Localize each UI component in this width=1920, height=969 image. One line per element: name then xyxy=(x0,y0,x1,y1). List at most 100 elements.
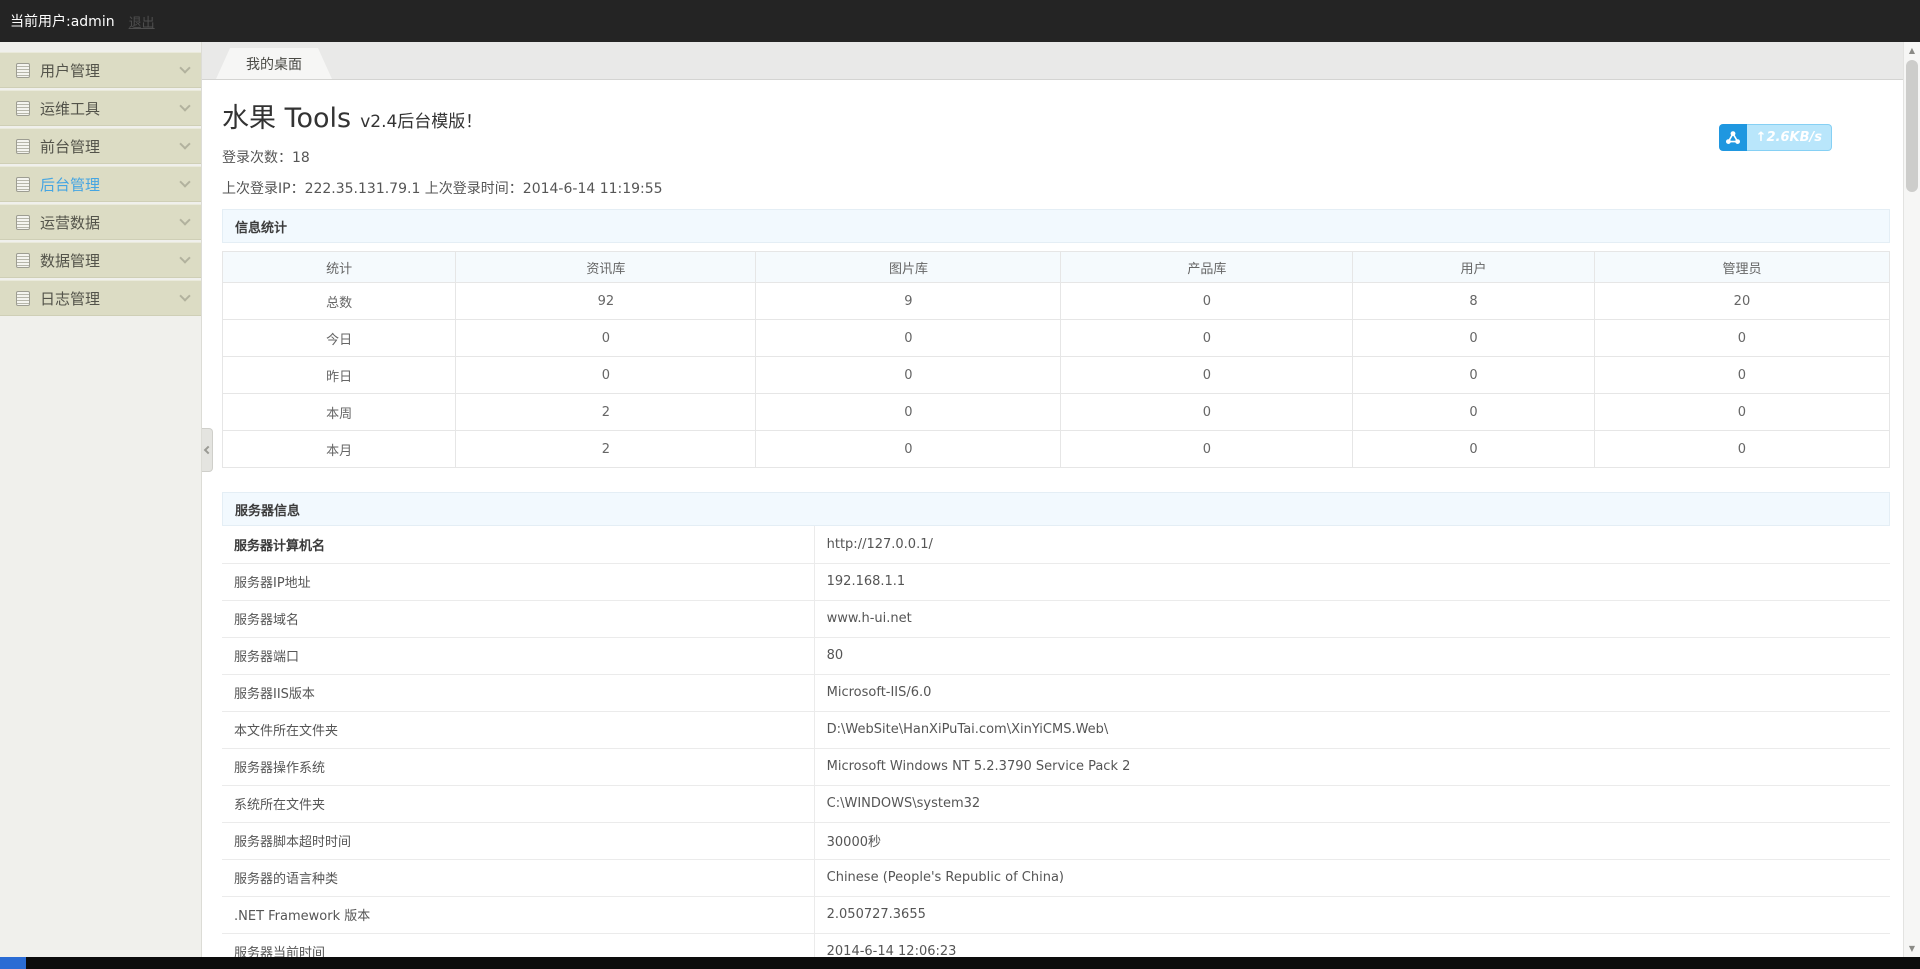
server-info-row: 服务器的语言种类 Chinese (People's Republic of C… xyxy=(222,859,1890,896)
server-info-label: 服务器当前时间 xyxy=(222,933,814,957)
menu-doc-icon xyxy=(16,101,30,116)
page-title: 水果 Tools v2.4后台模版！ xyxy=(222,96,1890,135)
stats-header-row: 统计 资讯库 图片库 产品库 用户 管理员 xyxy=(223,252,1890,283)
stats-cell: 0 xyxy=(1061,431,1353,468)
server-info-label: 服务器操作系统 xyxy=(222,748,814,785)
sidebar-item[interactable]: 日志管理 xyxy=(0,280,201,316)
content-panel: 水果 Tools v2.4后台模版！ 登录次数：18 上次登录IP：222.35… xyxy=(202,80,1920,957)
page-title-suffix: v2.4后台模版！ xyxy=(360,112,482,132)
stats-col-header: 图片库 xyxy=(756,252,1061,283)
tab-my-desktop[interactable]: 我的桌面 xyxy=(216,48,332,79)
menu-doc-icon xyxy=(16,177,30,192)
page-title-main: 水果 Tools xyxy=(222,103,351,134)
server-info-value: C:\WINDOWS\system32 xyxy=(814,785,1890,822)
vertical-scrollbar[interactable]: ▲ ▼ xyxy=(1903,42,1920,957)
sidebar-item-label: 运营数据 xyxy=(40,212,181,233)
menu-doc-icon xyxy=(16,139,30,154)
server-info-row: 服务器端口 80 xyxy=(222,637,1890,674)
server-info-label: 本文件所在文件夹 xyxy=(222,711,814,748)
sidebar-item-label: 用户管理 xyxy=(40,60,181,81)
stats-cell: 2 xyxy=(456,394,756,431)
server-info-value: www.h-ui.net xyxy=(814,600,1890,637)
sidebar-item-label: 运维工具 xyxy=(40,98,181,119)
server-info-value: 2014-6-14 12:06:23 xyxy=(814,933,1890,957)
baidu-cloud-icon xyxy=(1719,124,1747,151)
menu-doc-icon xyxy=(16,253,30,268)
server-info-value: 30000秒 xyxy=(814,822,1890,859)
stats-cell: 0 xyxy=(756,357,1061,394)
stats-col-header: 统计 xyxy=(223,252,456,283)
login-count-line: 登录次数：18 xyxy=(222,147,1890,167)
chevron-down-icon xyxy=(179,62,190,73)
collapse-left-icon xyxy=(204,446,212,454)
stats-row: 今日 0 0 0 0 0 xyxy=(223,320,1890,357)
menu-doc-icon xyxy=(16,215,30,230)
server-info-value: http://127.0.0.1/ xyxy=(814,526,1890,563)
server-info-label: 系统所在文件夹 xyxy=(222,785,814,822)
stats-col-header: 资讯库 xyxy=(456,252,756,283)
server-info-value: Chinese (People's Republic of China) xyxy=(814,859,1890,896)
stats-cell: 0 xyxy=(1594,320,1889,357)
sidebar-item[interactable]: 运维工具 xyxy=(0,90,201,126)
menu-doc-icon xyxy=(16,63,30,78)
server-info-label: 服务器域名 xyxy=(222,600,814,637)
stats-cell: 92 xyxy=(456,283,756,320)
stats-cell: 0 xyxy=(1594,394,1889,431)
stats-cell: 0 xyxy=(1353,394,1595,431)
stats-cell: 0 xyxy=(756,394,1061,431)
server-info-label: 服务器计算机名 xyxy=(222,526,814,563)
server-info-value: 80 xyxy=(814,637,1890,674)
stats-row: 本周 2 0 0 0 0 xyxy=(223,394,1890,431)
stats-row-label: 昨日 xyxy=(223,357,456,394)
sidebar-item[interactable]: 数据管理 xyxy=(0,242,201,278)
stats-cell: 20 xyxy=(1594,283,1889,320)
server-info-value: 2.050727.3655 xyxy=(814,896,1890,933)
main-layout: 用户管理 运维工具 前台管理 后台管理 运营数据 数据管理 xyxy=(0,42,1920,957)
server-info-row: 服务器操作系统 Microsoft Windows NT 5.2.3790 Se… xyxy=(222,748,1890,785)
stats-cell: 0 xyxy=(756,320,1061,357)
server-info-row: 服务器IIS版本 Microsoft-IIS/6.0 xyxy=(222,674,1890,711)
speed-badge-text: ↑2.6KB/s xyxy=(1747,124,1832,151)
server-info-table: 服务器计算机名 http://127.0.0.1/ 服务器IP地址 192.16… xyxy=(222,526,1890,957)
stats-cell: 8 xyxy=(1353,283,1595,320)
window-bottom-strip xyxy=(0,957,1920,969)
server-info-label: 服务器的语言种类 xyxy=(222,859,814,896)
stats-col-header: 管理员 xyxy=(1594,252,1889,283)
sidebar-item-label: 日志管理 xyxy=(40,288,181,309)
scroll-up-button[interactable]: ▲ xyxy=(1904,42,1920,59)
sidebar-item[interactable]: 用户管理 xyxy=(0,52,201,88)
server-info-value: Microsoft-IIS/6.0 xyxy=(814,674,1890,711)
sidebar-item[interactable]: 前台管理 xyxy=(0,128,201,164)
stats-cell: 2 xyxy=(456,431,756,468)
stats-section-title: 信息统计 xyxy=(222,209,1890,243)
stats-cell: 9 xyxy=(756,283,1061,320)
sidebar-item[interactable]: 运营数据 xyxy=(0,204,201,240)
scroll-down-button[interactable]: ▼ xyxy=(1904,940,1920,957)
network-speed-badge[interactable]: ↑2.6KB/s xyxy=(1719,124,1832,151)
logout-link[interactable]: 退出 xyxy=(129,12,155,31)
stats-cell: 0 xyxy=(1061,320,1353,357)
sidebar-item[interactable]: 后台管理 xyxy=(0,166,201,202)
server-info-value: D:\WebSite\HanXiPuTai.com\XinYiCMS.Web\ xyxy=(814,711,1890,748)
main-column: 我的桌面 水果 Tools v2.4后台模版！ 登录次数：18 上次登录IP：2… xyxy=(202,42,1920,957)
chevron-down-icon xyxy=(179,214,190,225)
server-info-label: 服务器脚本超时时间 xyxy=(222,822,814,859)
server-info-value: 192.168.1.1 xyxy=(814,563,1890,600)
server-info-row: .NET Framework 版本 2.050727.3655 xyxy=(222,896,1890,933)
sidebar-menu: 用户管理 运维工具 前台管理 后台管理 运营数据 数据管理 xyxy=(0,42,202,957)
server-info-row: 服务器域名 www.h-ui.net xyxy=(222,600,1890,637)
stats-cell: 0 xyxy=(456,357,756,394)
tab-bar: 我的桌面 xyxy=(202,42,1920,80)
sidebar-collapse-handle[interactable] xyxy=(202,428,213,472)
server-info-label: 服务器IP地址 xyxy=(222,563,814,600)
stats-col-header: 用户 xyxy=(1353,252,1595,283)
scrollbar-thumb[interactable] xyxy=(1906,60,1918,192)
sidebar-item-label: 后台管理 xyxy=(40,174,181,195)
server-info-label: .NET Framework 版本 xyxy=(222,896,814,933)
stats-table: 统计 资讯库 图片库 产品库 用户 管理员 总数 92 xyxy=(222,251,1890,468)
chevron-down-icon xyxy=(179,138,190,149)
stats-cell: 0 xyxy=(1061,357,1353,394)
server-info-label: 服务器端口 xyxy=(222,637,814,674)
server-info-row: 服务器IP地址 192.168.1.1 xyxy=(222,563,1890,600)
server-info-row: 服务器脚本超时时间 30000秒 xyxy=(222,822,1890,859)
